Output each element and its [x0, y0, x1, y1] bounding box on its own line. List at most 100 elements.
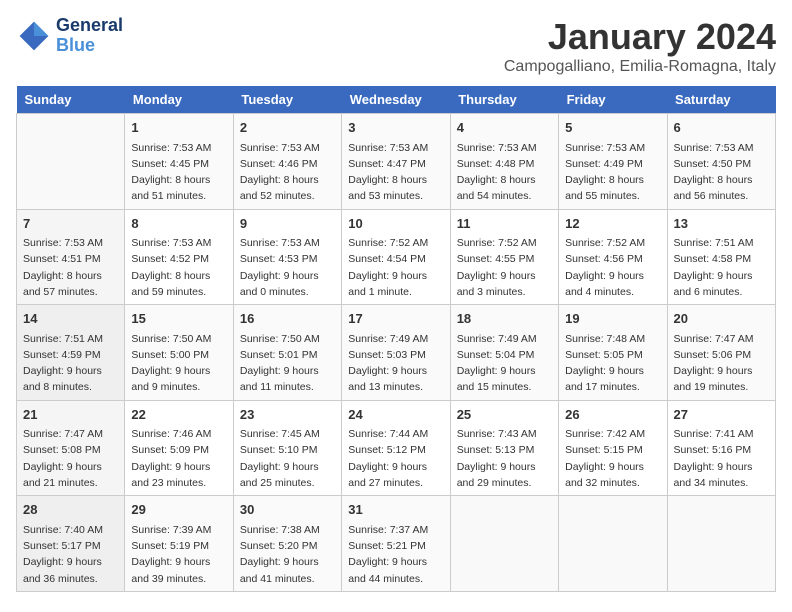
header: General Blue January 2024 Campogalliano,… — [16, 16, 776, 76]
day-info: Sunrise: 7:39 AMSunset: 5:19 PMDaylight:… — [131, 522, 226, 587]
calendar-cell: 28Sunrise: 7:40 AMSunset: 5:17 PMDayligh… — [17, 496, 125, 592]
header-day-friday: Friday — [559, 86, 667, 114]
calendar-cell: 13Sunrise: 7:51 AMSunset: 4:58 PMDayligh… — [667, 209, 775, 305]
calendar-week-4: 21Sunrise: 7:47 AMSunset: 5:08 PMDayligh… — [17, 400, 776, 496]
sunset-text: Sunset: 4:56 PM — [565, 251, 660, 267]
calendar-week-2: 7Sunrise: 7:53 AMSunset: 4:51 PMDaylight… — [17, 209, 776, 305]
day-number: 9 — [240, 214, 335, 234]
calendar-cell: 26Sunrise: 7:42 AMSunset: 5:15 PMDayligh… — [559, 400, 667, 496]
daylight-text: Daylight: 9 hours and 0 minutes. — [240, 268, 335, 301]
day-info: Sunrise: 7:37 AMSunset: 5:21 PMDaylight:… — [348, 522, 443, 587]
sunrise-text: Sunrise: 7:53 AM — [240, 235, 335, 251]
header-day-sunday: Sunday — [17, 86, 125, 114]
daylight-text: Daylight: 9 hours and 17 minutes. — [565, 363, 660, 396]
daylight-text: Daylight: 9 hours and 21 minutes. — [23, 459, 118, 492]
day-info: Sunrise: 7:44 AMSunset: 5:12 PMDaylight:… — [348, 426, 443, 491]
calendar-cell: 8Sunrise: 7:53 AMSunset: 4:52 PMDaylight… — [125, 209, 233, 305]
sunset-text: Sunset: 5:19 PM — [131, 538, 226, 554]
calendar-cell: 11Sunrise: 7:52 AMSunset: 4:55 PMDayligh… — [450, 209, 558, 305]
day-number: 27 — [674, 405, 769, 425]
day-number: 25 — [457, 405, 552, 425]
sunrise-text: Sunrise: 7:53 AM — [674, 140, 769, 156]
calendar-cell: 3Sunrise: 7:53 AMSunset: 4:47 PMDaylight… — [342, 114, 450, 210]
calendar-title: January 2024 — [504, 16, 776, 58]
calendar-week-3: 14Sunrise: 7:51 AMSunset: 4:59 PMDayligh… — [17, 305, 776, 401]
sunset-text: Sunset: 5:06 PM — [674, 347, 769, 363]
logo: General Blue — [16, 16, 123, 56]
header-day-monday: Monday — [125, 86, 233, 114]
day-info: Sunrise: 7:53 AMSunset: 4:52 PMDaylight:… — [131, 235, 226, 300]
sunrise-text: Sunrise: 7:50 AM — [240, 331, 335, 347]
sunrise-text: Sunrise: 7:42 AM — [565, 426, 660, 442]
day-info: Sunrise: 7:46 AMSunset: 5:09 PMDaylight:… — [131, 426, 226, 491]
daylight-text: Daylight: 8 hours and 51 minutes. — [131, 172, 226, 205]
calendar-cell — [17, 114, 125, 210]
sunrise-text: Sunrise: 7:41 AM — [674, 426, 769, 442]
sunrise-text: Sunrise: 7:47 AM — [23, 426, 118, 442]
calendar-cell: 23Sunrise: 7:45 AMSunset: 5:10 PMDayligh… — [233, 400, 341, 496]
day-number: 4 — [457, 118, 552, 138]
calendar-cell — [559, 496, 667, 592]
sunset-text: Sunset: 4:48 PM — [457, 156, 552, 172]
daylight-text: Daylight: 9 hours and 8 minutes. — [23, 363, 118, 396]
sunset-text: Sunset: 5:08 PM — [23, 442, 118, 458]
daylight-text: Daylight: 8 hours and 55 minutes. — [565, 172, 660, 205]
daylight-text: Daylight: 9 hours and 9 minutes. — [131, 363, 226, 396]
day-info: Sunrise: 7:53 AMSunset: 4:47 PMDaylight:… — [348, 140, 443, 205]
calendar-week-5: 28Sunrise: 7:40 AMSunset: 5:17 PMDayligh… — [17, 496, 776, 592]
sunset-text: Sunset: 5:21 PM — [348, 538, 443, 554]
sunrise-text: Sunrise: 7:52 AM — [565, 235, 660, 251]
day-info: Sunrise: 7:50 AMSunset: 5:00 PMDaylight:… — [131, 331, 226, 396]
daylight-text: Daylight: 9 hours and 25 minutes. — [240, 459, 335, 492]
day-number: 1 — [131, 118, 226, 138]
day-info: Sunrise: 7:52 AMSunset: 4:55 PMDaylight:… — [457, 235, 552, 300]
day-info: Sunrise: 7:49 AMSunset: 5:03 PMDaylight:… — [348, 331, 443, 396]
calendar-cell: 17Sunrise: 7:49 AMSunset: 5:03 PMDayligh… — [342, 305, 450, 401]
sunrise-text: Sunrise: 7:51 AM — [23, 331, 118, 347]
calendar-cell: 18Sunrise: 7:49 AMSunset: 5:04 PMDayligh… — [450, 305, 558, 401]
sunset-text: Sunset: 4:52 PM — [131, 251, 226, 267]
daylight-text: Daylight: 8 hours and 53 minutes. — [348, 172, 443, 205]
sunset-text: Sunset: 4:55 PM — [457, 251, 552, 267]
daylight-text: Daylight: 9 hours and 4 minutes. — [565, 268, 660, 301]
logo-text: General Blue — [56, 16, 123, 56]
calendar-cell: 29Sunrise: 7:39 AMSunset: 5:19 PMDayligh… — [125, 496, 233, 592]
sunset-text: Sunset: 4:53 PM — [240, 251, 335, 267]
sunrise-text: Sunrise: 7:47 AM — [674, 331, 769, 347]
calendar-cell: 19Sunrise: 7:48 AMSunset: 5:05 PMDayligh… — [559, 305, 667, 401]
calendar-cell: 24Sunrise: 7:44 AMSunset: 5:12 PMDayligh… — [342, 400, 450, 496]
day-info: Sunrise: 7:38 AMSunset: 5:20 PMDaylight:… — [240, 522, 335, 587]
calendar-cell — [450, 496, 558, 592]
sunset-text: Sunset: 5:03 PM — [348, 347, 443, 363]
day-number: 26 — [565, 405, 660, 425]
calendar-cell: 9Sunrise: 7:53 AMSunset: 4:53 PMDaylight… — [233, 209, 341, 305]
daylight-text: Daylight: 9 hours and 36 minutes. — [23, 554, 118, 587]
day-info: Sunrise: 7:49 AMSunset: 5:04 PMDaylight:… — [457, 331, 552, 396]
sunset-text: Sunset: 5:17 PM — [23, 538, 118, 554]
logo-line2: Blue — [56, 36, 123, 56]
calendar-cell: 16Sunrise: 7:50 AMSunset: 5:01 PMDayligh… — [233, 305, 341, 401]
day-info: Sunrise: 7:51 AMSunset: 4:58 PMDaylight:… — [674, 235, 769, 300]
day-info: Sunrise: 7:48 AMSunset: 5:05 PMDaylight:… — [565, 331, 660, 396]
sunset-text: Sunset: 5:13 PM — [457, 442, 552, 458]
calendar-cell: 27Sunrise: 7:41 AMSunset: 5:16 PMDayligh… — [667, 400, 775, 496]
sunset-text: Sunset: 4:47 PM — [348, 156, 443, 172]
sunrise-text: Sunrise: 7:52 AM — [348, 235, 443, 251]
sunrise-text: Sunrise: 7:48 AM — [565, 331, 660, 347]
calendar-cell: 31Sunrise: 7:37 AMSunset: 5:21 PMDayligh… — [342, 496, 450, 592]
daylight-text: Daylight: 9 hours and 1 minute. — [348, 268, 443, 301]
day-number: 24 — [348, 405, 443, 425]
sunset-text: Sunset: 5:10 PM — [240, 442, 335, 458]
day-number: 16 — [240, 309, 335, 329]
sunset-text: Sunset: 5:00 PM — [131, 347, 226, 363]
day-info: Sunrise: 7:51 AMSunset: 4:59 PMDaylight:… — [23, 331, 118, 396]
day-number: 11 — [457, 214, 552, 234]
daylight-text: Daylight: 8 hours and 59 minutes. — [131, 268, 226, 301]
sunrise-text: Sunrise: 7:37 AM — [348, 522, 443, 538]
sunrise-text: Sunrise: 7:49 AM — [457, 331, 552, 347]
sunset-text: Sunset: 4:45 PM — [131, 156, 226, 172]
day-number: 15 — [131, 309, 226, 329]
sunset-text: Sunset: 5:05 PM — [565, 347, 660, 363]
day-info: Sunrise: 7:53 AMSunset: 4:46 PMDaylight:… — [240, 140, 335, 205]
daylight-text: Daylight: 9 hours and 13 minutes. — [348, 363, 443, 396]
